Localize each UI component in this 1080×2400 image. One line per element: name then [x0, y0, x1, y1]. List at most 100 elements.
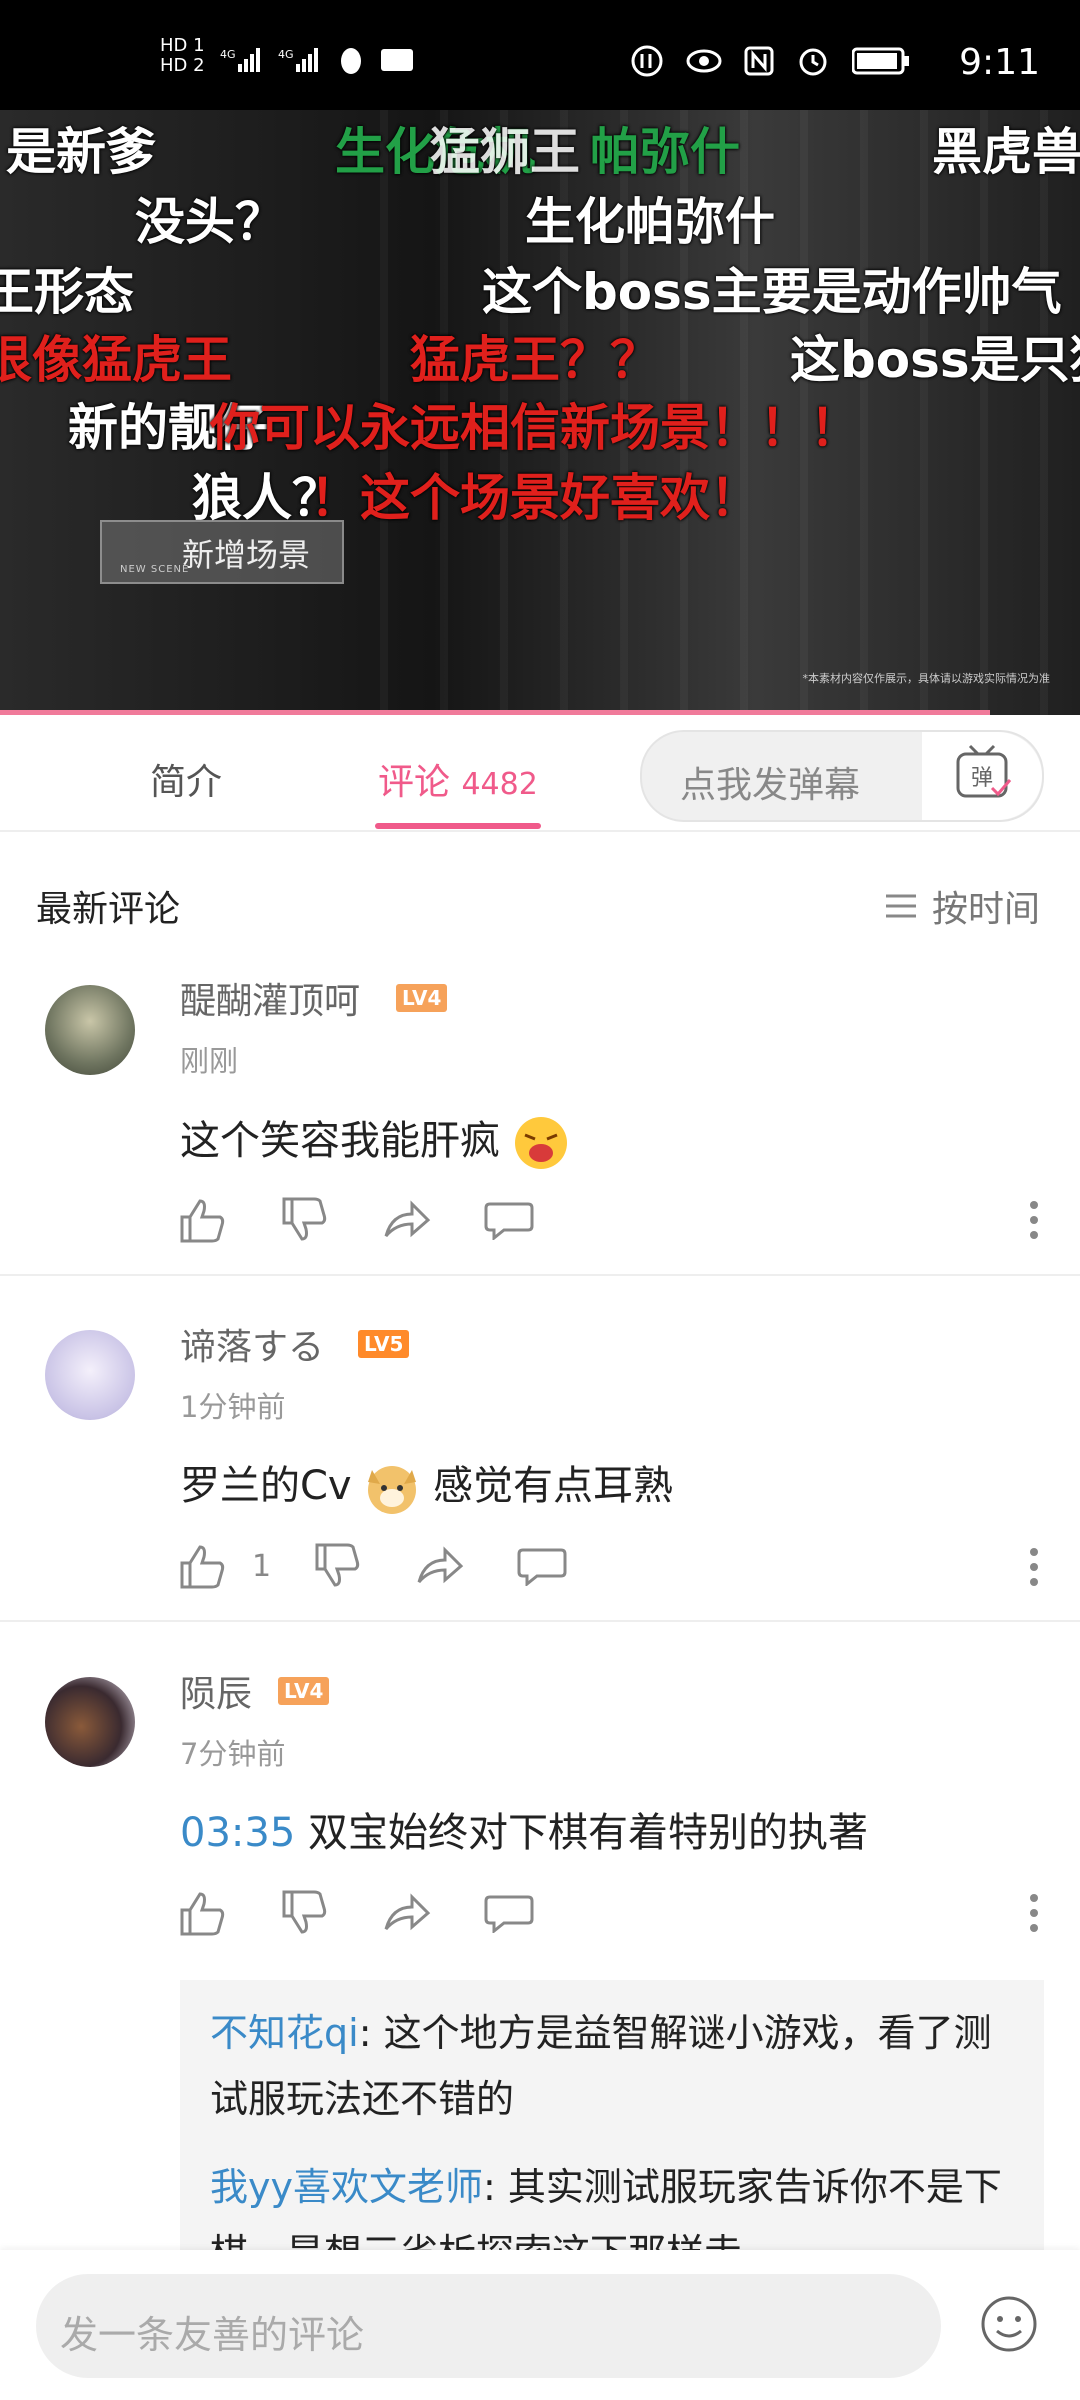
like-button[interactable] [178, 1190, 238, 1250]
comment-input[interactable]: 发一条友善的评论 [36, 2274, 941, 2378]
share-button[interactable] [415, 1536, 475, 1596]
status-icons [630, 44, 910, 78]
comment-username[interactable]: 醍醐灌顶呵 [180, 972, 360, 1024]
danmaku: 帕弥什 [590, 123, 740, 181]
dislike-button[interactable] [313, 1536, 373, 1596]
sort-label: 按时间 [931, 889, 1040, 930]
comment-input-bar: 发一条友善的评论 [0, 2250, 1080, 2400]
comment-text-body: 双宝始终对下棋有着特别的执著 [308, 1810, 868, 1856]
sim2-label: HD 2 [160, 55, 205, 76]
share-button[interactable] [382, 1883, 442, 1943]
nfc-icon [744, 46, 774, 76]
scene-tag-sub: NEW SCENE [120, 564, 190, 575]
crying-laugh-emoji-icon [514, 1117, 567, 1169]
thumbs-down-icon [315, 1543, 360, 1587]
signal-icons: 4G 4G [220, 46, 414, 76]
danmaku: 猛狮王 [430, 123, 580, 181]
divider [0, 1620, 1080, 1622]
dislike-button[interactable] [280, 1190, 340, 1250]
video-player[interactable]: 是新爹 生化危机 猛狮王 帕弥什 黑虎兽 没头？ 生化帕弥什 王形态 这个bos… [0, 110, 1080, 715]
more-vertical-icon [1030, 1201, 1038, 1239]
eye-icon [686, 49, 722, 73]
comment-count: 4482 [461, 767, 538, 802]
video-timestamp-link[interactable]: 03:35 [180, 1810, 295, 1856]
danmaku-toggle[interactable]: 弹 [922, 732, 1042, 820]
danmaku-tv-icon: 弹 [956, 744, 1012, 798]
avatar[interactable] [45, 1330, 135, 1420]
level-badge: LV4 [396, 984, 448, 1012]
reply-username[interactable]: 我yy喜欢文老师 [210, 2165, 483, 2209]
svg-text:4G: 4G [220, 48, 236, 61]
dislike-button[interactable] [280, 1883, 340, 1943]
alarm-icon [799, 48, 827, 76]
like-count: 1 [252, 1548, 272, 1584]
doge-emoji-icon [368, 1466, 417, 1514]
danmaku: 你可以永远相信新场景！！！ [210, 399, 860, 457]
divider [0, 1274, 1080, 1276]
reply-item: 不知花qi: 这个地方是益智解谜小游戏，看了测试服玩法还不错的 [210, 2000, 1010, 2132]
comment-time: 1分钟前 [180, 1390, 286, 1424]
avatar[interactable] [45, 1677, 135, 1767]
danmaku-placeholder: 点我发弹幕 [680, 765, 861, 806]
tab-intro[interactable]: 简介 [150, 753, 222, 805]
danmaku: ！这个场景好喜欢！ [310, 469, 760, 527]
avatar[interactable] [45, 985, 135, 1075]
tab-comments[interactable]: 评论 4482 [378, 753, 538, 805]
comment-text: 03:35 双宝始终对下棋有着特别的执著 [180, 1800, 868, 1858]
sim-indicators: HD 1 HD 2 [160, 36, 205, 76]
more-vertical-icon [1030, 1894, 1038, 1932]
reply-button[interactable] [484, 1883, 544, 1943]
share-icon [417, 1546, 464, 1584]
replies-box[interactable]: 不知花qi: 这个地方是益智解谜小游戏，看了测试服玩法还不错的 我yy喜欢文老师… [180, 1980, 1044, 2280]
share-icon [384, 1200, 431, 1238]
emoji-picker-icon[interactable] [980, 2295, 1038, 2353]
danmaku: 这个boss主要是动作帅气 [482, 263, 1062, 321]
reply-username[interactable]: 不知花qi [210, 2011, 359, 2055]
comment-bubble-icon [517, 1548, 567, 1586]
qq-icon [341, 48, 361, 74]
reply-button[interactable] [484, 1190, 544, 1250]
comment-username[interactable]: 陨辰 [180, 1665, 252, 1717]
comment-text-body-2: 感觉有点耳熟 [433, 1463, 674, 1509]
comment-username[interactable]: 谛落する [180, 1318, 324, 1370]
danmaku: 猛虎王？？ [410, 331, 660, 389]
danmaku: 是新爹 [6, 123, 156, 181]
reply-button[interactable] [517, 1536, 577, 1596]
clock: 9:11 [959, 42, 1040, 83]
comment-time: 刚刚 [180, 1044, 239, 1078]
status-bar: HD 1 HD 2 4G 4G 9:11 [0, 0, 1080, 110]
level-badge: LV5 [358, 1330, 410, 1358]
more-options-button[interactable] [1028, 1200, 1040, 1240]
more-options-button[interactable] [1028, 1893, 1040, 1933]
send-danmaku-button[interactable]: 点我发弹幕 弹 [640, 730, 1044, 822]
section-title: 最新评论 [36, 889, 181, 930]
signal-icon-2: 4G [278, 48, 318, 72]
more-options-button[interactable] [1028, 1547, 1040, 1587]
hms-icon [381, 49, 413, 71]
danmaku-icon-label: 弹 [971, 766, 993, 791]
sort-button[interactable]: 按时间 [884, 880, 1040, 932]
thumbs-down-icon [282, 1197, 327, 1241]
battery-icon [852, 47, 909, 75]
video-disclaimer: *本素材内容仅作展示，具体请以游戏实际情况为准 [802, 672, 1051, 685]
like-button[interactable] [178, 1536, 238, 1596]
thumbs-up-icon [180, 1199, 225, 1243]
like-button[interactable] [178, 1883, 238, 1943]
comment-bubble-icon [484, 1202, 534, 1240]
thumbs-up-icon [180, 1545, 225, 1589]
danmaku: 很像猛虎王 [0, 331, 232, 389]
active-tab-indicator [375, 823, 541, 829]
scene-tag: 新增场景 NEW SCENE [100, 520, 344, 584]
thumbs-down-icon [282, 1890, 327, 1934]
level-badge: LV4 [278, 1677, 330, 1705]
scene-tag-label: 新增场景 [182, 536, 311, 574]
comment-actions [178, 1190, 586, 1250]
danmaku: 生化帕弥什 [525, 193, 775, 251]
sim1-label: HD 1 [160, 35, 205, 56]
comment-text-body: 罗兰的Cv [180, 1463, 352, 1509]
danmaku: 没头？ [135, 193, 285, 251]
svg-text:4G: 4G [278, 48, 294, 61]
share-button[interactable] [382, 1190, 442, 1250]
more-vertical-icon [1030, 1548, 1038, 1586]
tab-comments-label: 评论 [378, 762, 451, 803]
